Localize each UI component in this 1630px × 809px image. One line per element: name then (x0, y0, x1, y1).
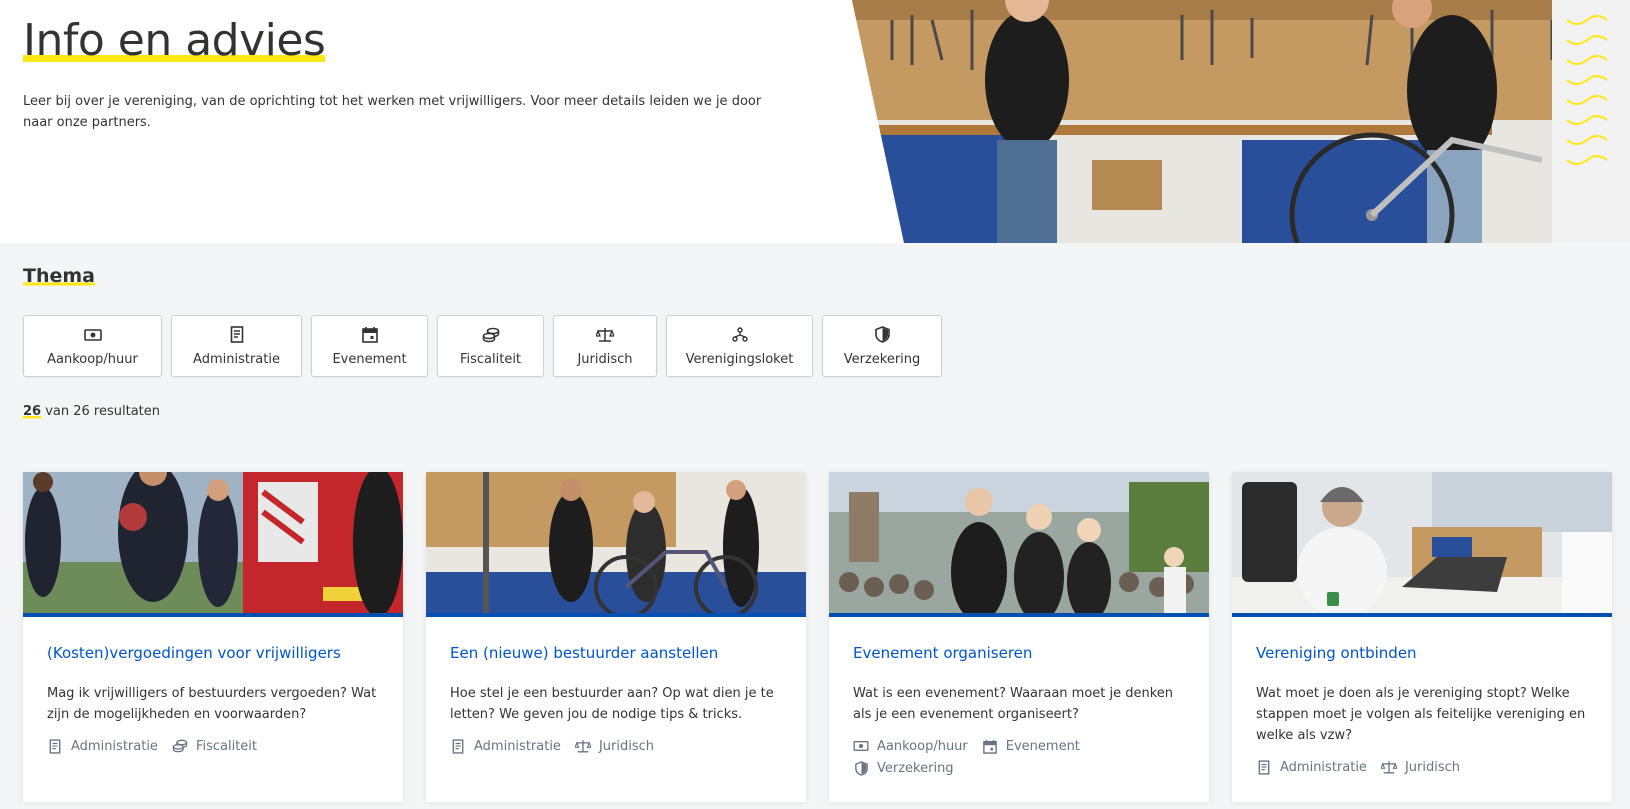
page-title: Info en advies (23, 15, 326, 66)
document-icon (47, 738, 63, 754)
tag-label: Aankoop/huur (877, 738, 968, 754)
tag-aankoop-huur: Aankoop/huur (853, 737, 968, 755)
tag-label: Verzekering (877, 760, 954, 776)
card-tags: Administratie Juridisch (450, 737, 790, 755)
tag-label: Administratie (1280, 759, 1367, 775)
filter-label: Fiscaliteit (459, 351, 522, 367)
filter-aankoop-huur[interactable]: Aankoop/huur (23, 315, 162, 377)
filter-verzekering[interactable]: Verzekering (822, 315, 942, 377)
hero-section: Info en advies Leer bij over je verenigi… (0, 0, 1630, 243)
tag-administratie: Administratie (47, 737, 158, 755)
filter-administratie[interactable]: Administratie (171, 315, 302, 377)
card-image (1232, 472, 1612, 617)
card-tags: Administratie Fiscaliteit (47, 737, 387, 755)
scale-icon (574, 738, 591, 754)
thema-filter-bar: Aankoop/huur Administratie Evenement Fis… (23, 315, 942, 378)
money-icon (853, 738, 869, 754)
tag-label: Evenement (1005, 738, 1080, 754)
document-icon (1256, 759, 1272, 775)
card-title[interactable]: Een (nieuwe) bestuurder aanstellen (450, 644, 718, 662)
tag-evenement: Evenement (982, 737, 1080, 755)
card-image (426, 472, 806, 617)
calendar-icon (982, 738, 998, 754)
coins-icon (482, 326, 500, 344)
results-count: 26 van 26 resultaten (23, 404, 161, 419)
tag-label: Fiscaliteit (195, 738, 257, 754)
card-list: (Kosten)vergoedingen voor vrijwilligers … (23, 472, 1612, 802)
tag-administratie: Administratie (1256, 758, 1367, 776)
document-icon (228, 326, 246, 344)
money-icon (83, 326, 102, 344)
tag-label: Juridisch (1404, 759, 1460, 775)
filter-fiscaliteit[interactable]: Fiscaliteit (437, 315, 544, 377)
card-description: Wat is een evenement? Waaraan moet je de… (853, 686, 1174, 722)
card-image (829, 472, 1209, 617)
coins-icon (172, 738, 188, 754)
scale-icon (1380, 759, 1397, 775)
card-title[interactable]: (Kosten)vergoedingen voor vrijwilligers (47, 644, 341, 662)
filter-label: Administratie (193, 351, 280, 367)
filter-verenigingsloket[interactable]: Verenigingsloket (666, 315, 813, 377)
card-description: Mag ik vrijwilligers of bestuurders verg… (47, 686, 377, 722)
tag-juridisch: Juridisch (1380, 758, 1460, 776)
tag-label: Juridisch (598, 738, 654, 754)
card-description: Hoe stel je een bestuurder aan? Op wat d… (450, 686, 774, 722)
shield-icon (853, 760, 869, 776)
tag-verzekering: Verzekering (853, 759, 954, 777)
card-evenement-organiseren[interactable]: Evenement organiseren Wat is een eveneme… (829, 472, 1209, 802)
card-bestuurder-aanstellen[interactable]: Een (nieuwe) bestuurder aanstellen Hoe s… (426, 472, 806, 802)
card-title[interactable]: Evenement organiseren (853, 644, 1032, 662)
scale-icon (596, 326, 614, 344)
calendar-icon (361, 326, 379, 344)
filter-label: Verzekering (843, 351, 921, 367)
filter-evenement[interactable]: Evenement (311, 315, 428, 377)
tag-label: Administratie (71, 738, 158, 754)
card-image (23, 472, 403, 617)
filter-label: Aankoop/huur (47, 351, 138, 367)
card-tags: Administratie Juridisch (1256, 758, 1596, 776)
tag-administratie: Administratie (450, 737, 561, 755)
tag-fiscaliteit: Fiscaliteit (172, 737, 257, 755)
card-vereniging-ontbinden[interactable]: Vereniging ontbinden Wat moet je doen al… (1232, 472, 1612, 802)
document-icon (450, 738, 466, 754)
filter-label: Evenement (332, 351, 407, 367)
hero-photo (852, 0, 1630, 243)
tag-label: Administratie (474, 738, 561, 754)
thema-heading: Thema (23, 265, 95, 287)
filter-juridisch[interactable]: Juridisch (553, 315, 657, 377)
shield-icon (873, 326, 891, 344)
filter-label: Verenigingsloket (685, 351, 794, 367)
tag-juridisch: Juridisch (574, 737, 654, 755)
card-tags: Aankoop/huur Evenement Verzekering (853, 737, 1193, 777)
card-title[interactable]: Vereniging ontbinden (1256, 644, 1417, 662)
hero-intro: Leer bij over je vereniging, van de opri… (23, 94, 762, 130)
network-icon (731, 326, 749, 344)
filter-label: Juridisch (577, 351, 633, 367)
card-kostenvergoedingen[interactable]: (Kosten)vergoedingen voor vrijwilligers … (23, 472, 403, 802)
card-description: Wat moet je doen als je vereniging stopt… (1256, 686, 1586, 743)
